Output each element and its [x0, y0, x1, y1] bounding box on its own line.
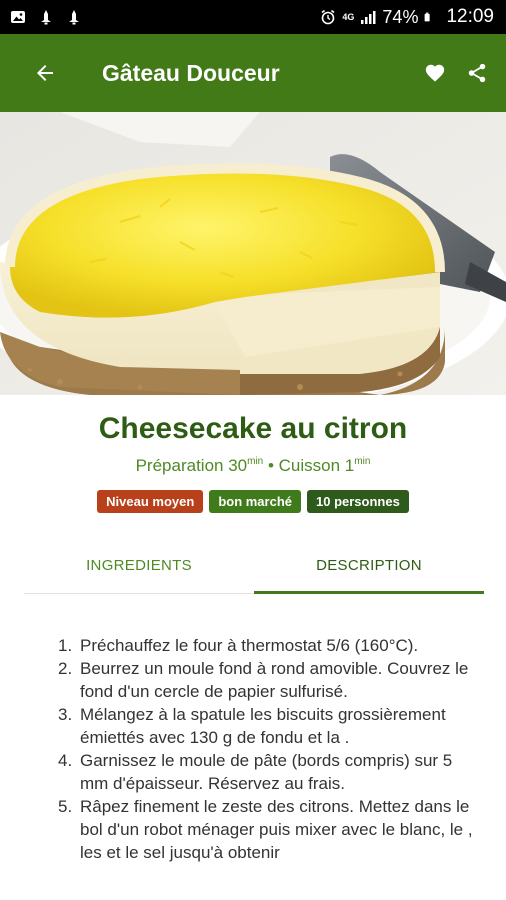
list-item: 4. Garnissez le moule de pâte (bords com… — [58, 749, 480, 795]
list-item: 1. Préchauffez le four à thermostat 5/6 … — [58, 634, 480, 657]
step-text: Mélangez à la spatule les biscuits gross… — [80, 705, 446, 747]
share-button[interactable] — [462, 58, 492, 88]
gallery-icon — [11, 11, 25, 23]
step-text: Râpez finement le zeste des citrons. Met… — [80, 797, 473, 862]
signal-icon — [361, 11, 376, 24]
app-bar-actions — [420, 58, 492, 88]
price-badge: bon marché — [209, 490, 301, 513]
list-item: 5. Râpez finement le zeste des citrons. … — [58, 795, 480, 864]
step-text: Garnissez le moule de pâte (bords compri… — [80, 751, 453, 793]
servings-badge: 10 personnes — [307, 490, 409, 513]
step-number: 4. — [58, 751, 73, 770]
recipe-badges: Niveau moyen bon marché 10 personnes — [0, 490, 506, 513]
recipe-times: Préparation 30min • Cuisson 1min — [0, 456, 506, 476]
prep-time-unit: min — [247, 456, 264, 467]
favorite-button[interactable] — [420, 58, 450, 88]
tab-description[interactable]: DESCRIPTION — [254, 538, 484, 594]
recipe-title: Cheesecake au citron — [98, 412, 408, 445]
prep-time: Préparation 30 — [135, 456, 248, 475]
difficulty-badge: Niveau moyen — [97, 490, 204, 513]
app-bar: Gâteau Douceur — [0, 34, 506, 112]
cook-time-unit: min — [354, 456, 371, 467]
list-item: 3. Mélangez à la spatule les biscuits gr… — [58, 703, 480, 749]
alarm-icon — [321, 9, 335, 25]
step-number: 1. — [58, 636, 73, 655]
back-arrow-icon — [37, 65, 53, 81]
notification-icon — [69, 10, 79, 25]
cook-time: Cuisson 1 — [278, 456, 355, 475]
step-text: Beurrez un moule fond à rond amovible. C… — [80, 659, 469, 701]
app-title: Gâteau Douceur — [102, 59, 280, 86]
step-text: Préchauffez le four à thermostat 5/6 (16… — [80, 636, 419, 655]
network-type: 4G — [342, 12, 355, 22]
status-left — [10, 9, 82, 25]
cheesecake-image — [0, 112, 506, 395]
share-icon — [468, 63, 486, 83]
heart-icon — [425, 64, 445, 82]
status-right: 4G 74% 12:09 — [320, 6, 494, 28]
tab-ingredients[interactable]: INGREDIENTS — [24, 538, 254, 593]
list-item: 2. Beurrez un moule fond à rond amovible… — [58, 657, 480, 703]
description-steps: 1. Préchauffez le four à thermostat 5/6 … — [58, 634, 480, 864]
times-separator: • — [263, 456, 279, 475]
battery-percent: 74% — [382, 6, 419, 27]
battery-icon — [425, 12, 431, 22]
step-number: 3. — [58, 705, 73, 724]
back-button[interactable] — [24, 52, 66, 94]
step-number: 5. — [58, 797, 73, 816]
step-number: 2. — [58, 659, 73, 678]
recipe-tabs: INGREDIENTS DESCRIPTION — [24, 538, 484, 594]
recipe-photo — [0, 112, 506, 395]
clock: 12:09 — [446, 6, 494, 27]
notification-icon — [41, 10, 51, 25]
status-bar: 4G 74% 12:09 — [0, 0, 506, 34]
